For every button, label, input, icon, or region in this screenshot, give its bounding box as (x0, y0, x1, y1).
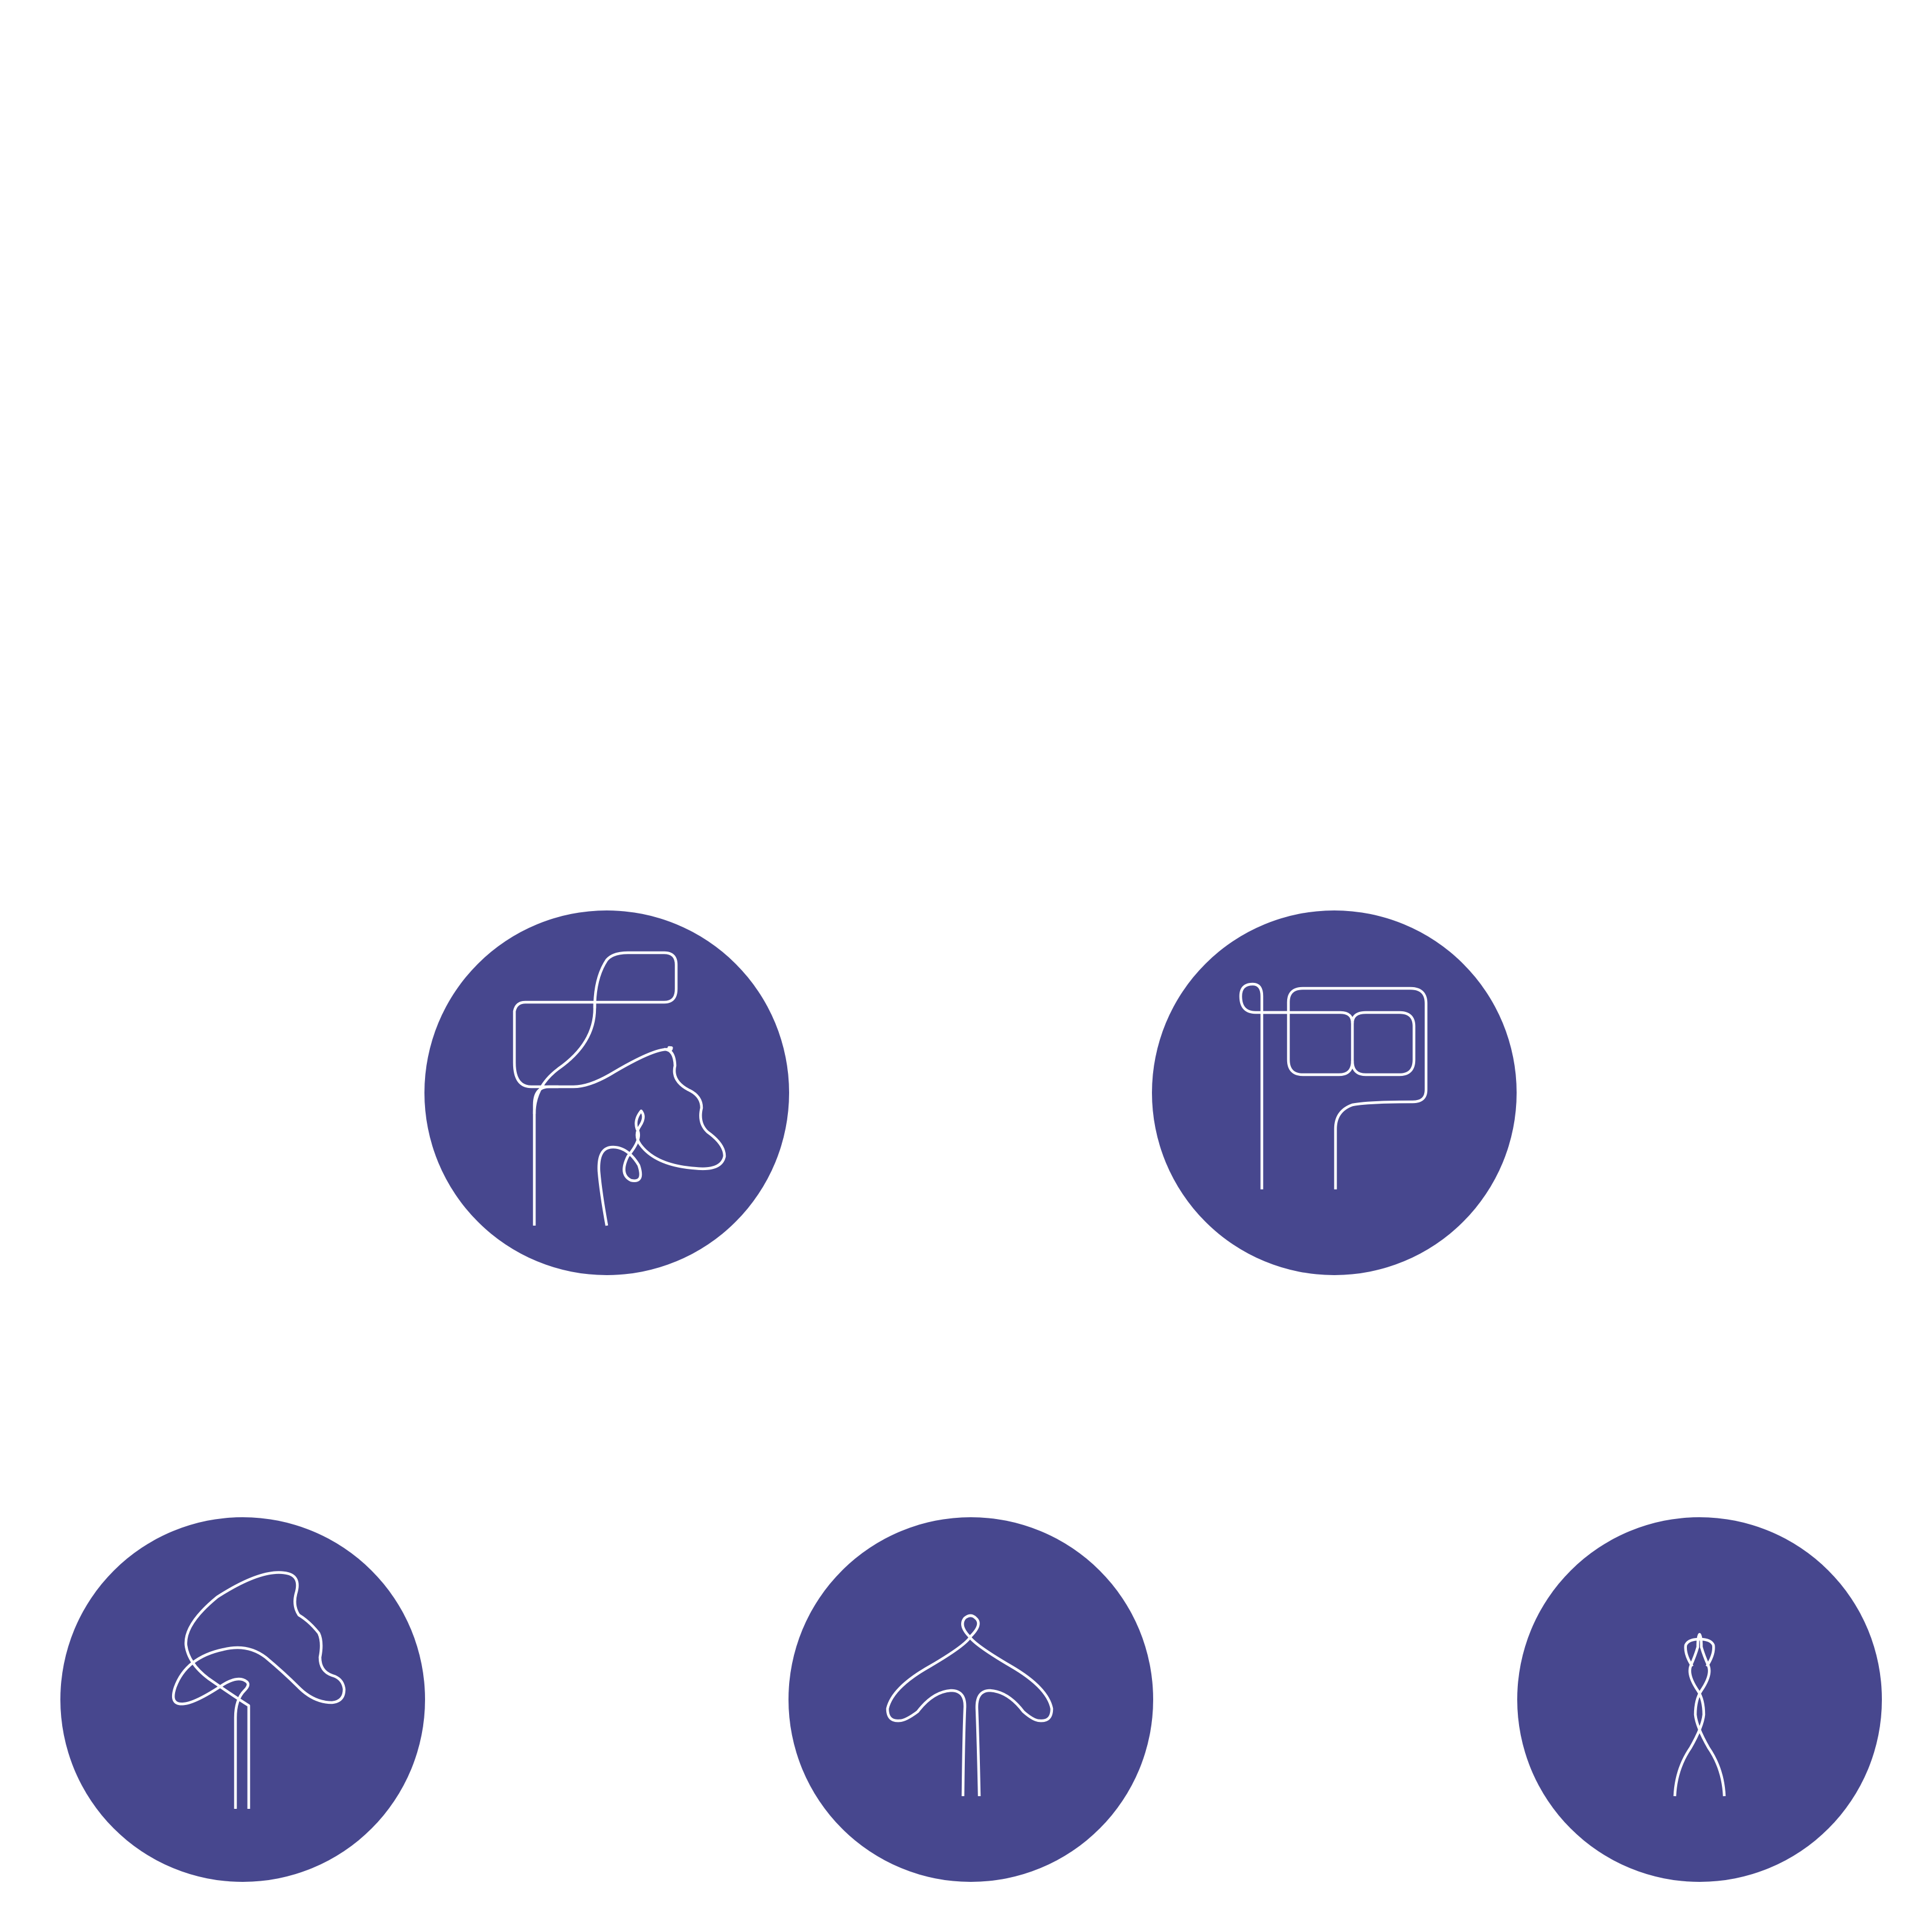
string-figure-2 (1152, 910, 1517, 1275)
string-figure-4 (788, 1517, 1153, 1882)
string-figure-5 (1517, 1517, 1882, 1882)
string-figure-3 (60, 1517, 425, 1882)
figure-disc (60, 1517, 425, 1882)
string-figure-1 (424, 910, 789, 1275)
figure-disc (1517, 1517, 1882, 1882)
figure-disc (788, 1517, 1153, 1882)
figure-disc (1152, 910, 1517, 1275)
figure-canvas (60, 910, 1882, 1882)
